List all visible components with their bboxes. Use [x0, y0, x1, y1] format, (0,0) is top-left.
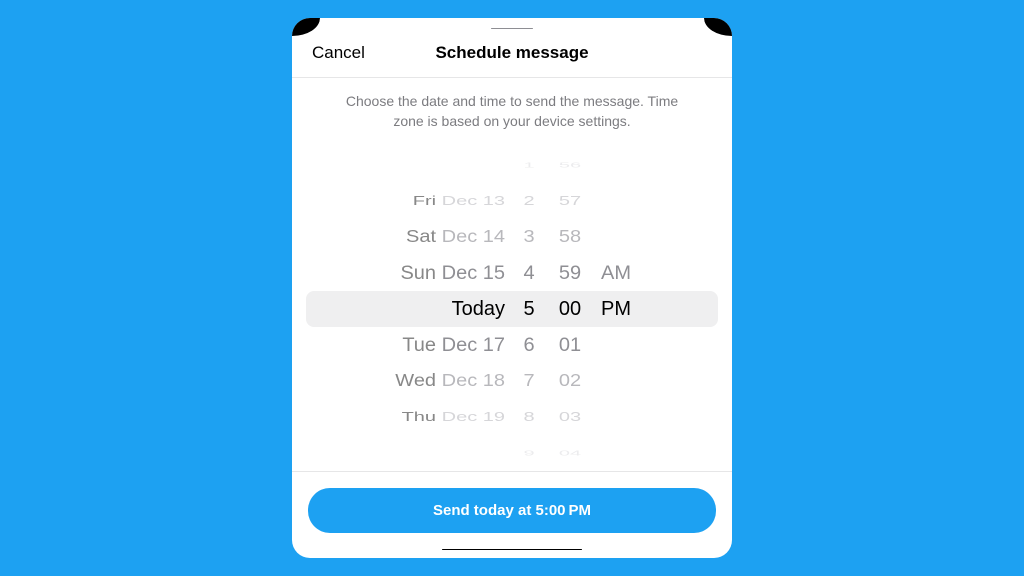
picker-hour-selected: 5: [519, 291, 539, 327]
picker-ampm-row: AM: [601, 256, 637, 291]
picker-minute-row: 57: [553, 190, 587, 213]
picker-minute-row: 03: [553, 406, 587, 429]
minute-column[interactable]: 56 57 58 59 00 01 02 03 04: [553, 147, 587, 471]
picker-hour-row: 6: [519, 328, 539, 363]
home-indicator[interactable]: [442, 549, 582, 550]
picker-date-row: Thu Dec 19: [387, 406, 505, 429]
picker-columns: Fri Dec 13 Sat Dec 14 Sun Dec 15 Today T…: [387, 147, 637, 471]
picker-hour-row: 9: [519, 447, 539, 461]
picker-date-row: Tue Dec 17: [387, 328, 505, 363]
picker-hour-row: 1: [519, 159, 539, 173]
sheet-title: Schedule message: [312, 43, 712, 63]
picker-minute-row: 56: [553, 159, 587, 173]
corner-mask-left: [292, 18, 320, 36]
picker-hour-row: 4: [519, 256, 539, 291]
datetime-picker[interactable]: Fri Dec 13 Sat Dec 14 Sun Dec 15 Today T…: [292, 147, 732, 471]
picker-ampm-selected: PM: [601, 291, 637, 327]
header: Cancel Schedule message: [292, 35, 732, 78]
description-text: Choose the date and time to send the mes…: [292, 78, 732, 141]
picker-minute-row: 59: [553, 256, 587, 291]
picker-date-row: Sat Dec 14: [387, 222, 505, 253]
picker-minute-row: 01: [553, 328, 587, 363]
send-button[interactable]: Send today at 5:00 PM: [308, 488, 716, 533]
picker-date-row: Sun Dec 15: [387, 256, 505, 291]
picker-hour-row: 3: [519, 222, 539, 253]
footer: Send today at 5:00 PM: [292, 472, 732, 549]
picker-minute-row: 02: [553, 366, 587, 397]
hour-column[interactable]: 1 2 3 4 5 6 7 8 9: [519, 147, 539, 471]
picker-minute-selected: 00: [553, 291, 587, 327]
ampm-column[interactable]: AM PM: [601, 147, 637, 471]
schedule-sheet: Cancel Schedule message Choose the date …: [292, 18, 732, 558]
picker-minute-row: 04: [553, 447, 587, 461]
corner-mask-right: [704, 18, 732, 36]
picker-date-row: Wed Dec 18: [387, 366, 505, 397]
sheet-grabber[interactable]: [491, 28, 533, 29]
date-column[interactable]: Fri Dec 13 Sat Dec 14 Sun Dec 15 Today T…: [387, 147, 505, 471]
picker-hour-row: 8: [519, 406, 539, 429]
picker-date-row: Fri Dec 13: [387, 190, 505, 213]
picker-minute-row: 58: [553, 222, 587, 253]
picker-date-selected: Today: [387, 291, 505, 327]
picker-hour-row: 2: [519, 190, 539, 213]
picker-hour-row: 7: [519, 366, 539, 397]
